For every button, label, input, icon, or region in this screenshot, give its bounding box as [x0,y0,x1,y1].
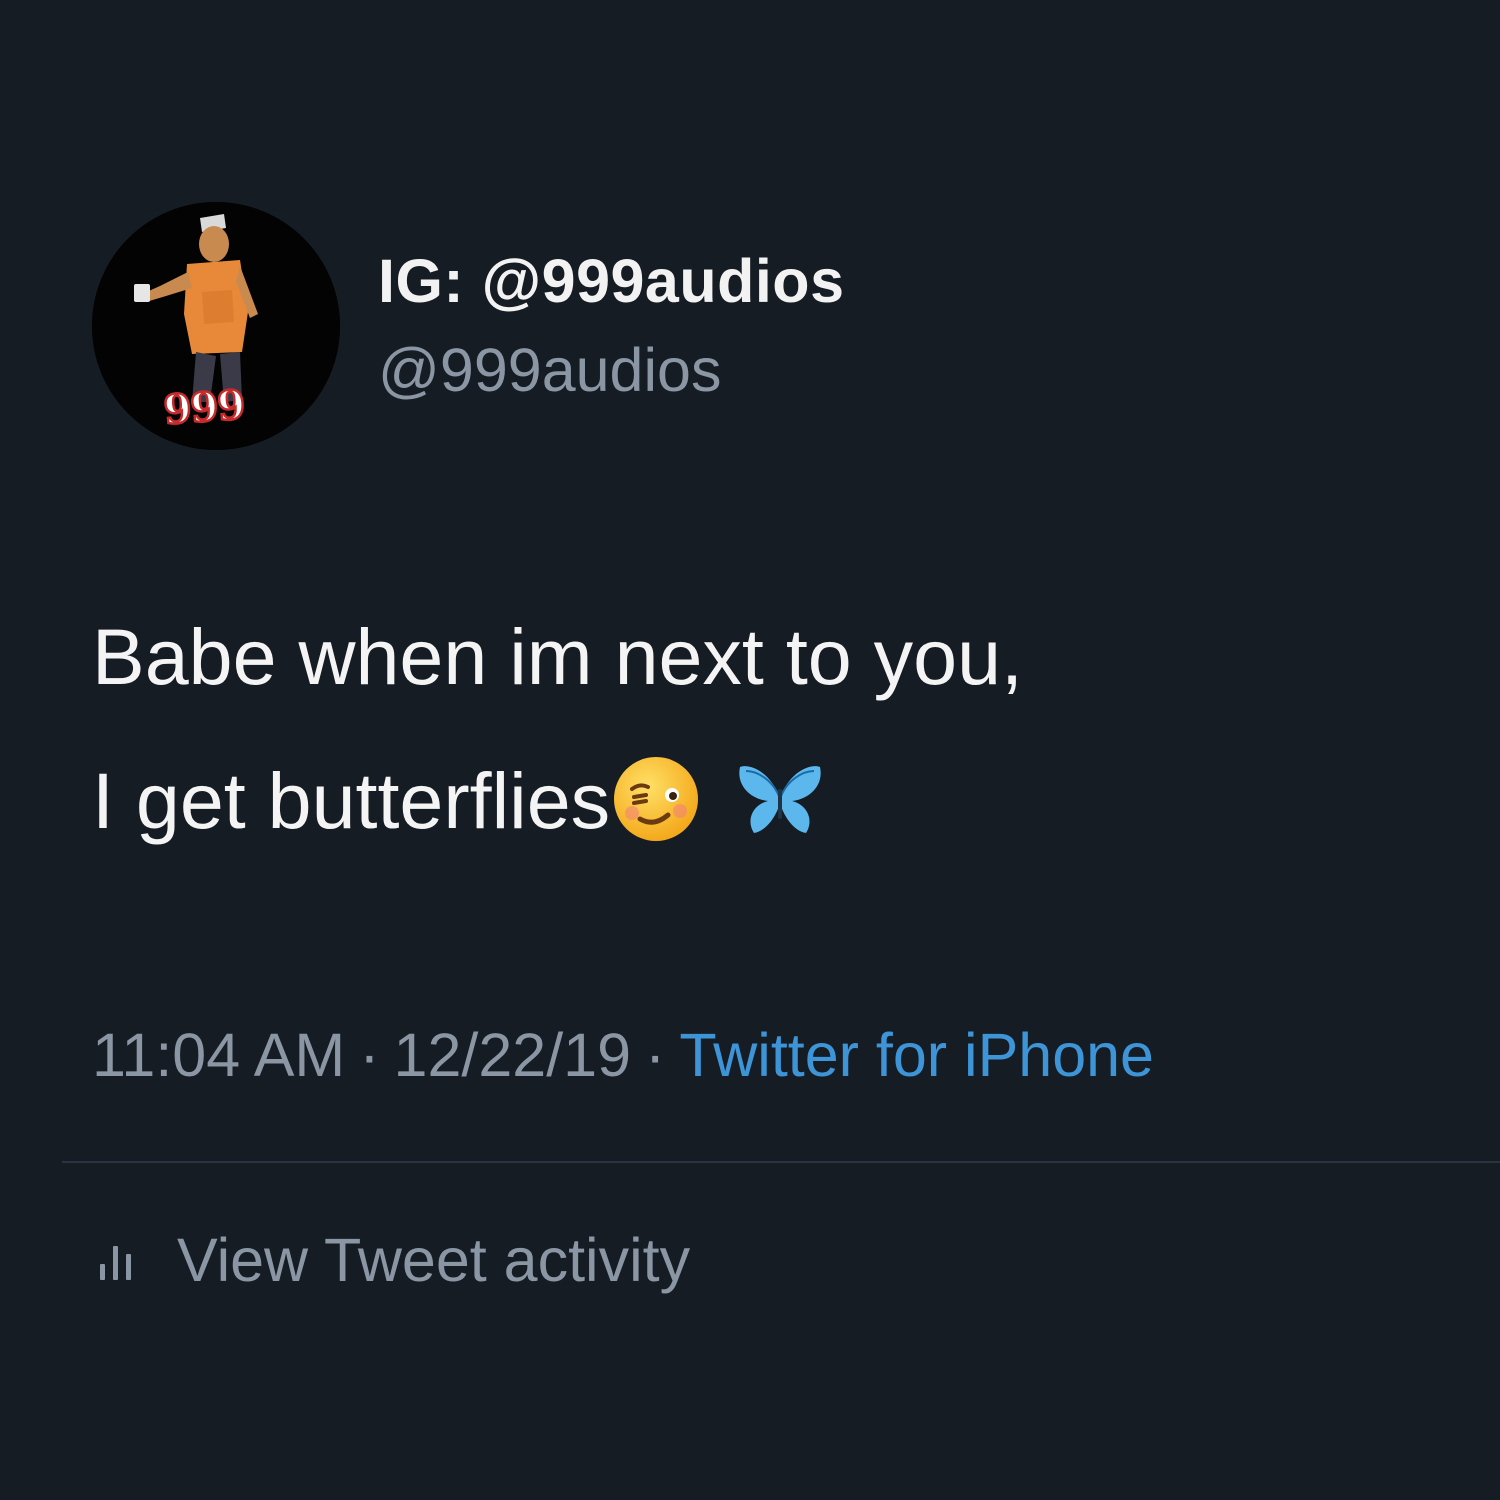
tweet-text-line-2: I get butterflies [92,729,1442,873]
tweet-detail: 999 IG: @999audios @999audios Babe when … [0,0,1500,1500]
tweet-text-line-1: Babe when im next to you, [92,612,1023,701]
bar-chart-icon [100,1240,131,1280]
tweet-time: 11:04 AM [92,1021,346,1089]
tweet-date: 12/22/19 [393,1021,631,1089]
tweet-text: Babe when im next to you, I get butterfl… [92,585,1442,873]
display-name[interactable]: IG: @999audios [378,246,845,316]
user-handle[interactable]: @999audios [378,335,721,405]
view-tweet-activity-label: View Tweet activity [177,1226,691,1294]
tweet-text-line-2-text: I get butterflies [92,756,611,845]
meta-separator: · [645,1021,666,1089]
svg-text:999: 999 [162,381,246,434]
view-tweet-activity-button[interactable]: View Tweet activity [100,1225,690,1295]
tweet-source-link[interactable]: Twitter for iPhone [679,1021,1154,1089]
avatar[interactable]: 999 [92,202,340,450]
divider [62,1161,1500,1163]
blue-butterfly-emoji-icon [736,759,824,839]
tweet-meta: 11:04 AM · 12/22/19 · Twitter for iPhone [92,1020,1154,1090]
avatar-image: 999 [92,202,340,450]
woozy-face-emoji-icon [610,753,702,845]
meta-separator: · [359,1021,380,1089]
